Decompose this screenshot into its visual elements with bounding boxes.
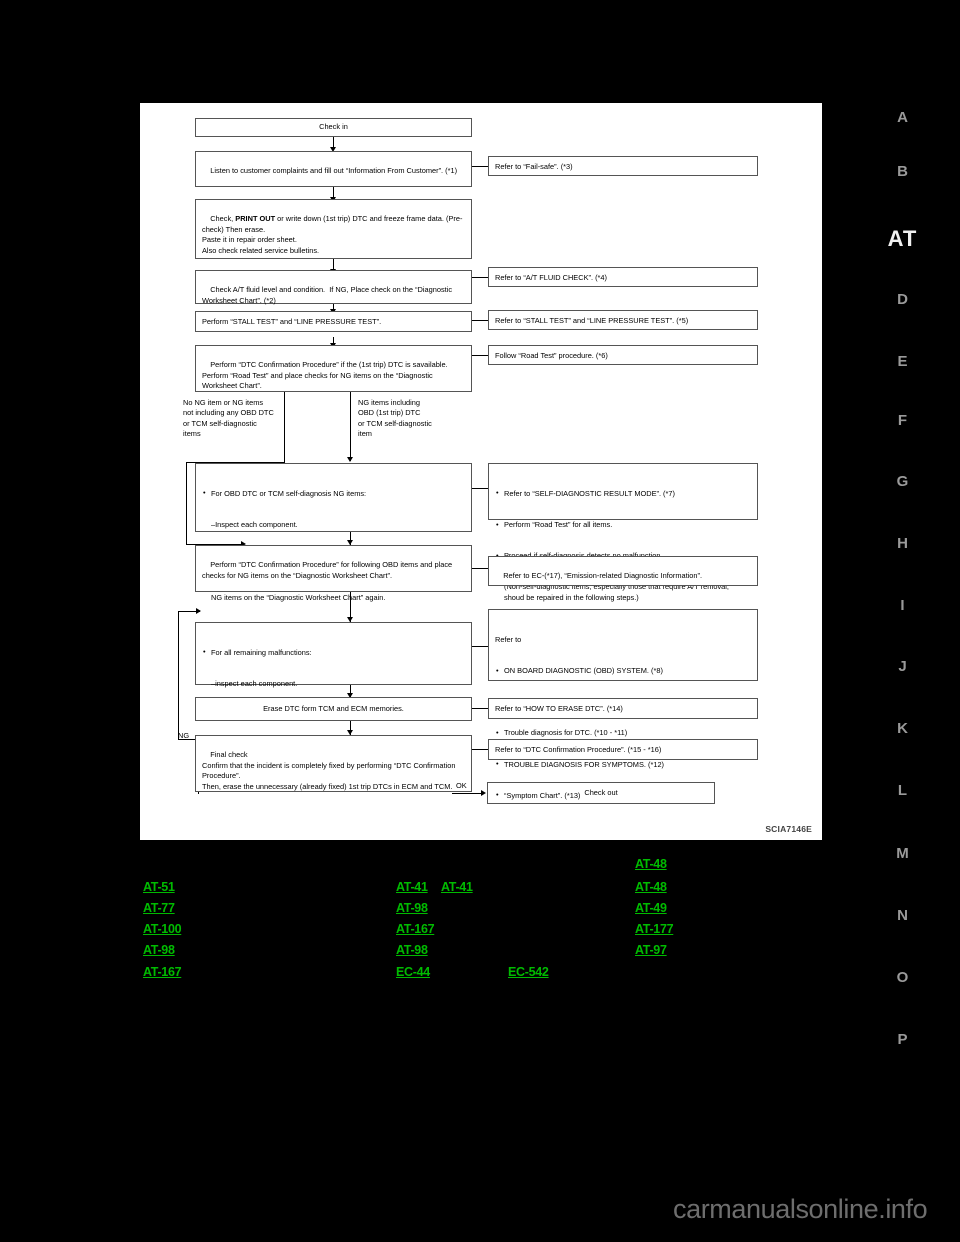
flow-box-print-out-dtc: Check, PRINT OUT or write down (1st trip… xyxy=(195,199,472,259)
flow-box-label: Check in xyxy=(319,122,348,132)
tab-a[interactable]: A xyxy=(880,109,925,126)
link-at-41-b[interactable]: AT-41 xyxy=(441,880,473,894)
branch-label-ng-items: NG items including OBD (1st trip) DTC or… xyxy=(358,398,432,439)
link-ec-542[interactable]: EC-542 xyxy=(508,965,549,979)
link-at-77[interactable]: AT-77 xyxy=(143,901,175,915)
reference-box-line: Perform “Road Test” for all items. xyxy=(495,520,751,531)
tab-m[interactable]: M xyxy=(880,845,925,862)
link-at-167-b[interactable]: AT-167 xyxy=(396,922,435,936)
reference-box-dtc-confirmation-procedure: Refer to “DTC Confirmation Procedure”. (… xyxy=(488,739,758,760)
reference-box-at-fluid-check: Refer to “A/T FLUID CHECK”. (*4) xyxy=(488,267,758,287)
flow-box-line: –inspect each component. xyxy=(211,679,298,689)
flow-box-label: Erase DTC form TCM and ECM memories. xyxy=(263,703,404,713)
reference-box-label: Refer to “HOW TO ERASE DTC”. (*14) xyxy=(495,704,623,713)
flow-box-line: For all remaining malfunctions: xyxy=(202,647,465,658)
flow-box-label: Perform “STALL TEST” and “LINE PRESSURE … xyxy=(202,317,382,326)
flow-box-label: Final check Confirm that the incident is… xyxy=(202,750,456,791)
flag-label-ok: OK xyxy=(456,781,467,790)
branch-label-no-ng: No NG item or NG items not including any… xyxy=(183,398,274,439)
reference-box-label: Refer to “A/T FLUID CHECK”. (*4) xyxy=(495,273,607,282)
tab-f[interactable]: F xyxy=(880,412,925,429)
branch-line-right xyxy=(350,391,351,461)
section-index-tab-rail: A B AT D E F G H I J K L M N O P xyxy=(880,100,925,1060)
reference-box-label: Follow “Road Test” procedure. (*6) xyxy=(495,351,608,360)
link-at-98-b[interactable]: AT-98 xyxy=(396,901,428,915)
flow-box-label: Perform “DTC Confirmation Procedure” for… xyxy=(202,560,455,580)
reference-box-line: Refer to “SELF-DIAGNOSTIC RESULT MODE”. … xyxy=(495,488,751,499)
reference-box-trouble-diagnosis: Refer to ON BOARD DIAGNOSTIC (OBD) SYSTE… xyxy=(488,609,758,801)
link-at-177[interactable]: AT-177 xyxy=(635,922,674,936)
link-at-41-a[interactable]: AT-41 xyxy=(396,880,428,894)
tab-o[interactable]: O xyxy=(880,969,925,986)
connector-arrow xyxy=(196,608,201,614)
reference-box-label: Refer to “STALL TEST” and “LINE PRESSURE… xyxy=(495,316,689,325)
flow-box-listen-customer: Listen to customer complaints and fill o… xyxy=(195,151,472,187)
branch-line-left xyxy=(186,462,187,545)
flow-box-stall-line-pressure: Perform “STALL TEST” and “LINE PRESSURE … xyxy=(195,311,472,332)
reference-box-how-to-erase-dtc: Refer to “HOW TO ERASE DTC”. (*14) xyxy=(488,698,758,719)
ng-feedback-line xyxy=(178,611,179,740)
flow-box-obd-dtc-repair: For OBD DTC or TCM self-diagnosis NG ite… xyxy=(195,463,472,602)
reference-box-emission-related: Refer to EC-(*17), “Emission-related Dia… xyxy=(488,556,758,586)
diagnostic-flowchart-figure: Check in Listen to customer complaints a… xyxy=(140,103,822,840)
tab-at-current[interactable]: AT xyxy=(880,226,925,252)
flow-box-label: Perform “DTC Confirmation Procedure” if … xyxy=(202,360,448,391)
tab-h[interactable]: H xyxy=(880,535,925,552)
flow-box-label: Check, PRINT OUT or write down (1st trip… xyxy=(202,214,463,255)
flow-box-final-check: Final check Confirm that the incident is… xyxy=(195,735,472,792)
tab-n[interactable]: N xyxy=(880,907,925,924)
link-at-48-a[interactable]: AT-48 xyxy=(635,857,667,871)
reference-box-label: Refer to EC-(*17), “Emission-related Dia… xyxy=(503,571,703,581)
reference-box-label: Refer to “DTC Confirmation Procedure”. (… xyxy=(495,745,662,754)
reference-box-fail-safe: Refer to “Fail-safe”. (*3) xyxy=(488,156,758,176)
link-at-49[interactable]: AT-49 xyxy=(635,901,667,915)
figure-code-label: SCIA7146E xyxy=(765,824,812,834)
link-at-48-b[interactable]: AT-48 xyxy=(635,880,667,894)
flow-box-label: Check A/T fluid level and condition. If … xyxy=(202,285,455,305)
tab-d[interactable]: D xyxy=(880,291,925,308)
tab-g[interactable]: G xyxy=(880,473,925,490)
tab-e[interactable]: E xyxy=(880,353,925,370)
connector-arrow xyxy=(481,790,486,796)
link-at-100[interactable]: AT-100 xyxy=(143,922,182,936)
link-at-97[interactable]: AT-97 xyxy=(635,943,667,957)
connector-arrow xyxy=(347,457,353,462)
tab-j[interactable]: J xyxy=(880,658,925,675)
tab-b[interactable]: B xyxy=(880,163,925,180)
ok-exit-line xyxy=(452,793,484,794)
flow-box-erase-dtc: Erase DTC form TCM and ECM memories. xyxy=(195,697,472,721)
flow-box-check-fluid: Check A/T fluid level and condition. If … xyxy=(195,270,472,305)
link-at-51[interactable]: AT-51 xyxy=(143,880,175,894)
flow-box-label: Listen to customer complaints and fill o… xyxy=(210,166,458,176)
link-ec-44[interactable]: EC-44 xyxy=(396,965,430,979)
tab-i[interactable]: I xyxy=(880,597,925,614)
flow-box-check-in: Check in xyxy=(195,118,472,137)
flow-box-dtc-confirmation-obd-items: Perform “DTC Confirmation Procedure” for… xyxy=(195,545,472,592)
flow-box-line: For OBD DTC or TCM self-diagnosis NG ite… xyxy=(202,488,465,499)
cross-reference-link-area: AT-51 AT-77 AT-100 AT-98 AT-167 AT-41 AT… xyxy=(140,850,840,985)
reference-box-line: Refer to xyxy=(495,634,522,644)
link-at-98-c[interactable]: AT-98 xyxy=(396,943,428,957)
link-at-98[interactable]: AT-98 xyxy=(143,943,175,957)
link-at-167[interactable]: AT-167 xyxy=(143,965,182,979)
tab-l[interactable]: L xyxy=(880,782,925,799)
tab-p[interactable]: P xyxy=(880,1031,925,1048)
flow-box-remaining-malfunctions: For all remaining malfunctions: –inspect… xyxy=(195,622,472,752)
reference-box-line: “Symptom Chart”. (*13) xyxy=(495,790,751,801)
flow-box-dtc-confirmation-road-test: Perform “DTC Confirmation Procedure” if … xyxy=(195,345,472,392)
reference-box-road-test: Follow “Road Test” procedure. (*6) xyxy=(488,345,758,365)
reference-box-stall-line-pressure: Refer to “STALL TEST” and “LINE PRESSURE… xyxy=(488,310,758,330)
flag-label-ng: NG xyxy=(178,731,190,740)
tab-k[interactable]: K xyxy=(880,720,925,737)
reference-box-self-diagnostic-result: Refer to “SELF-DIAGNOSTIC RESULT MODE”. … xyxy=(488,463,758,602)
reference-box-label: Refer to “Fail-safe”. (*3) xyxy=(495,162,573,171)
flow-box-line: –Inspect each component. xyxy=(211,520,298,530)
reference-box-line: ON BOARD DIAGNOSTIC (OBD) SYSTEM. (*8) xyxy=(495,666,751,677)
site-watermark: carmanualsonline.info xyxy=(673,1194,928,1224)
